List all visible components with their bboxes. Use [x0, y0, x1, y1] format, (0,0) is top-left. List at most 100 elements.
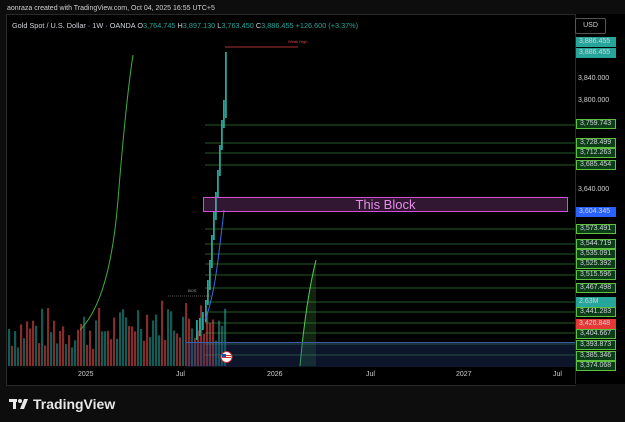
us-flag-icon	[220, 351, 233, 363]
volume-bar	[74, 340, 77, 366]
volume-bar	[134, 331, 137, 366]
tradingview-logo[interactable]: TradingView	[9, 396, 115, 412]
volume-bar	[170, 311, 173, 366]
currency-button[interactable]: USD	[575, 18, 606, 34]
volume-bar	[59, 330, 62, 366]
volume-bar	[119, 312, 122, 366]
close-value: 3,886.455	[261, 21, 294, 30]
high-value: 3,897.130	[182, 21, 216, 30]
volume-bar	[143, 340, 146, 366]
candle	[219, 145, 221, 176]
price-label-level: 3,573.491	[576, 224, 616, 234]
x-tick: Jul	[553, 371, 562, 378]
indicator-curve-left	[79, 54, 134, 331]
tradingview-logo-icon	[9, 399, 28, 409]
change-value: +126.600 (+3.37%)	[295, 21, 359, 30]
volume-bar	[14, 331, 17, 366]
volume-bar	[86, 344, 89, 366]
price-label-level: 3,374.068	[576, 361, 616, 371]
volume-bar	[101, 331, 104, 366]
volume-bar	[137, 310, 140, 366]
volume-bar	[128, 326, 131, 366]
open-value: 3,764.745	[143, 21, 176, 30]
volume-bar	[158, 335, 161, 366]
low-value: 3,763.450	[221, 21, 254, 30]
level-lines	[205, 124, 575, 356]
volume-bar	[29, 328, 32, 366]
volume-bar	[161, 300, 164, 366]
volume-bar	[179, 337, 182, 366]
volume-bar	[71, 347, 74, 366]
price-label-level: 3,385.346	[576, 351, 616, 361]
volume-bar	[38, 343, 41, 366]
price-label-level: 3,515.596	[576, 270, 616, 280]
y-tick: 3,800.000	[578, 97, 610, 104]
volume-bar	[17, 347, 20, 366]
volume-bar	[65, 344, 68, 366]
price-label-level: 3,535.091	[576, 249, 616, 259]
volume-bar	[107, 330, 110, 366]
volume-bar	[182, 316, 185, 366]
volume-bar	[32, 320, 35, 366]
volume-bar	[62, 326, 65, 366]
volume-bar	[47, 307, 50, 366]
volume-bar	[149, 336, 152, 366]
volume-bar	[68, 335, 71, 366]
volume-bar	[80, 323, 83, 366]
blue-demand-zone	[186, 342, 575, 367]
ohlc-header: Gold Spot / U.S. Dollar · 1W · OANDA O3,…	[12, 21, 358, 30]
volume-bar	[155, 314, 158, 366]
x-tick: 2027	[456, 371, 472, 378]
price-label-level: 3,685.454	[576, 160, 616, 170]
volume-bar	[41, 308, 44, 366]
volume-bar	[83, 316, 86, 366]
price-label-blue: 3,604.345	[576, 207, 616, 217]
volume-bar	[167, 309, 170, 366]
x-tick: Jul	[176, 371, 185, 378]
volume-bar	[56, 343, 59, 366]
volume-bar	[113, 317, 116, 366]
price-label-volume: 2.63M	[576, 297, 616, 307]
candle	[211, 235, 213, 268]
volume-bar	[104, 331, 107, 366]
volume-bar	[8, 328, 11, 366]
volume-bar	[35, 325, 38, 366]
symbol-title: Gold Spot / U.S. Dollar · 1W · OANDA	[12, 21, 136, 30]
volume-bar	[110, 339, 113, 366]
volume-bar	[116, 338, 119, 366]
volume-bar	[146, 314, 149, 366]
volume-bar	[44, 345, 47, 366]
bos-label: BOS	[188, 288, 197, 293]
volume-bar	[89, 330, 92, 366]
candle	[196, 320, 198, 340]
price-label-red: 3,426.848	[576, 319, 616, 329]
price-label-level: 3,525.392	[576, 259, 616, 269]
volume-bar	[53, 320, 56, 366]
candle	[221, 120, 223, 150]
volume-bar	[164, 339, 167, 366]
volume-bar	[131, 326, 134, 366]
candle	[199, 318, 201, 336]
candle	[207, 280, 209, 305]
y-tick: 3,840.000	[578, 75, 610, 82]
price-label-level: 3,467.498	[576, 283, 616, 293]
price-label-level: 3,712.263	[576, 148, 616, 158]
volume-bar	[176, 333, 179, 366]
volume-bar	[95, 320, 98, 366]
volume-bar	[98, 308, 101, 366]
x-tick: 2025	[78, 371, 94, 378]
volume-bar	[50, 332, 53, 366]
candle	[225, 52, 227, 118]
candle	[217, 170, 219, 198]
this-block-zone[interactable]: This Block	[203, 197, 568, 212]
candle	[202, 312, 204, 330]
brand-name: TradingView	[33, 396, 116, 412]
volume-bar	[77, 329, 80, 366]
volume-bar	[92, 348, 95, 366]
volume-bar	[140, 328, 143, 366]
price-label-level: 3,441.283	[576, 307, 616, 317]
x-tick: 2026	[267, 371, 283, 378]
price-label-current: 3,886.455	[576, 48, 616, 58]
price-label-level: 3,759.743	[576, 119, 616, 129]
zone-label: This Block	[355, 197, 416, 212]
